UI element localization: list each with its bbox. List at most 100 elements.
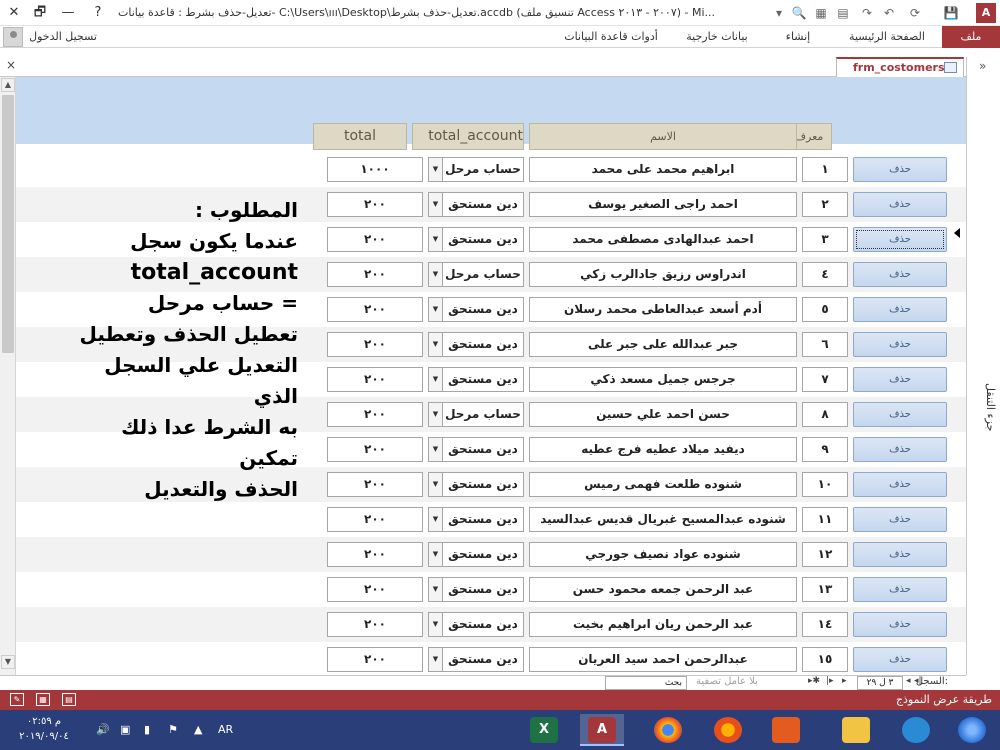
tab-create[interactable]: إنشاء: [774, 26, 822, 48]
name-field[interactable]: احمد راجى الصغير يوسف: [529, 192, 797, 217]
taskbar-excel[interactable]: X: [522, 714, 566, 746]
total-field[interactable]: ٢٠٠: [327, 192, 423, 217]
taskbar-internet-explorer[interactable]: [894, 714, 938, 746]
total-field[interactable]: ٢٠٠: [327, 332, 423, 357]
chevron-down-icon[interactable]: ▼: [429, 438, 443, 461]
id-field[interactable]: ١: [802, 157, 848, 182]
form-view-icon[interactable]: ▦: [812, 4, 830, 22]
total-field[interactable]: ٢٠٠: [327, 402, 423, 427]
id-field[interactable]: ١١: [802, 507, 848, 532]
account-combo[interactable]: ▼ دين مستحق: [428, 192, 524, 217]
delete-button[interactable]: حذف: [853, 402, 947, 427]
account-combo[interactable]: ▼ حساب مرحل: [428, 157, 524, 182]
total-field[interactable]: ٢٠٠: [327, 577, 423, 602]
total-field[interactable]: ٢٠٠: [327, 612, 423, 637]
tab-file[interactable]: ملف: [942, 26, 1000, 48]
name-field[interactable]: شنوده طلعت فهمى رميس: [529, 472, 797, 497]
sign-in-link[interactable]: تسجيل الدخول: [28, 26, 98, 48]
filter-status[interactable]: بلا عامل تصفية: [696, 676, 758, 687]
name-field[interactable]: عبدالرحمن احمد سيد العريان: [529, 647, 797, 672]
id-field[interactable]: ٨: [802, 402, 848, 427]
tab-database-tools[interactable]: أدوات قاعدة البيانات: [556, 26, 666, 48]
name-field[interactable]: حسن احمد علي حسين: [529, 402, 797, 427]
id-field[interactable]: ١٥: [802, 647, 848, 672]
account-combo[interactable]: ▼ دين مستحق: [428, 437, 524, 462]
record-count[interactable]: ٣ ل ٢٩: [857, 676, 903, 690]
id-field[interactable]: ٣: [802, 227, 848, 252]
chevron-down-icon[interactable]: ▼: [429, 368, 443, 391]
close-document-icon[interactable]: ×: [6, 58, 16, 72]
delete-button[interactable]: حذف: [853, 647, 947, 672]
id-field[interactable]: ٥: [802, 297, 848, 322]
total-field[interactable]: ٢٠٠: [327, 262, 423, 287]
account-combo[interactable]: ▼ دين مستحق: [428, 542, 524, 567]
name-field[interactable]: شنوده عبدالمسيح غبريال قديس عبدالسيد: [529, 507, 797, 532]
save-icon[interactable]: 💾: [942, 4, 960, 22]
chevron-down-icon[interactable]: ▼: [429, 543, 443, 566]
id-field[interactable]: ١٣: [802, 577, 848, 602]
taskbar-firefox[interactable]: [706, 714, 750, 746]
taskbar-chrome[interactable]: [646, 714, 690, 746]
redo-icon[interactable]: ↷: [858, 4, 876, 22]
name-field[interactable]: عبد الرحمن جمعه محمود حسن: [529, 577, 797, 602]
new-record-button[interactable]: ▸✱: [808, 676, 820, 686]
name-field[interactable]: عبد الرحمن ريان ابراهيم بخيت: [529, 612, 797, 637]
help-button[interactable]: ?: [88, 3, 108, 23]
chevron-down-icon[interactable]: ▼: [429, 473, 443, 496]
print-preview-icon[interactable]: 🔍: [790, 4, 808, 22]
last-record-button[interactable]: |▸: [826, 676, 834, 686]
account-combo[interactable]: ▼ دين مستحق: [428, 472, 524, 497]
account-combo[interactable]: ▼ دين مستحق: [428, 332, 524, 357]
start-button[interactable]: [950, 714, 994, 746]
name-field[interactable]: جبر عبدالله على جبر على: [529, 332, 797, 357]
tab-frm-costomers[interactable]: frm_costomers: [836, 57, 964, 77]
chevron-down-icon[interactable]: ▼: [429, 333, 443, 356]
total-field[interactable]: ٢٠٠: [327, 437, 423, 462]
delete-button[interactable]: حذف: [853, 612, 947, 637]
chevron-down-icon[interactable]: ▼: [429, 228, 443, 251]
id-field[interactable]: ٦: [802, 332, 848, 357]
total-field[interactable]: ٢٠٠: [327, 647, 423, 672]
delete-button[interactable]: حذف: [853, 577, 947, 602]
avatar[interactable]: [3, 27, 23, 47]
name-field[interactable]: أدم أسعد عبدالعاطى محمد رسلان: [529, 297, 797, 322]
chevron-down-icon[interactable]: ▼: [429, 403, 443, 426]
navigation-pane[interactable]: » جزء التنقل: [966, 57, 1000, 675]
account-combo[interactable]: ▼ دين مستحق: [428, 227, 524, 252]
total-field[interactable]: ٢٠٠: [327, 227, 423, 252]
id-field[interactable]: ٩: [802, 437, 848, 462]
chevron-down-icon[interactable]: ▼: [429, 193, 443, 216]
first-record-button[interactable]: ◂|: [914, 676, 922, 686]
account-combo[interactable]: ▼ دين مستحق: [428, 577, 524, 602]
id-field[interactable]: ٧: [802, 367, 848, 392]
network-icon[interactable]: ▣: [120, 723, 130, 736]
delete-button[interactable]: حذف: [853, 192, 947, 217]
name-field[interactable]: اندراوس رزيق جادالرب زكي: [529, 262, 797, 287]
delete-button[interactable]: حذف: [853, 507, 947, 532]
chevron-down-icon[interactable]: ▼: [429, 158, 443, 181]
delete-button[interactable]: حذف: [853, 437, 947, 462]
next-record-button[interactable]: ▸: [842, 676, 847, 686]
chevron-down-icon[interactable]: ▼: [429, 648, 443, 671]
navigation-pane-label[interactable]: جزء التنقل: [971, 347, 997, 467]
id-field[interactable]: ١٠: [802, 472, 848, 497]
total-field[interactable]: ٢٠٠: [327, 367, 423, 392]
search-box[interactable]: بحث: [605, 676, 687, 690]
clock[interactable]: م ٠٢:٥٩ ٢٠١٩/٠٩/٠٤: [14, 714, 74, 744]
id-field[interactable]: ٤: [802, 262, 848, 287]
chevron-down-icon[interactable]: ▼: [429, 613, 443, 636]
name-field[interactable]: احمد عبدالهادى مصطفى محمد: [529, 227, 797, 252]
account-combo[interactable]: ▼ دين مستحق: [428, 367, 524, 392]
scroll-up-icon[interactable]: ▲: [1, 78, 15, 92]
chevron-down-icon[interactable]: ▼: [429, 508, 443, 531]
name-field[interactable]: جرجس جميل مسعد ذكي: [529, 367, 797, 392]
customize-qat-icon[interactable]: ▾: [770, 4, 788, 22]
name-field[interactable]: ابراهيم محمد على محمد: [529, 157, 797, 182]
close-window-button[interactable]: ✕: [4, 3, 24, 23]
total-field[interactable]: ٢٠٠: [327, 297, 423, 322]
design-view-icon[interactable]: ✎: [10, 693, 24, 706]
delete-button[interactable]: حذف: [853, 157, 947, 182]
volume-icon[interactable]: 🔊: [96, 723, 110, 736]
taskbar-media-player[interactable]: [764, 714, 808, 746]
chevron-down-icon[interactable]: ▼: [429, 578, 443, 601]
